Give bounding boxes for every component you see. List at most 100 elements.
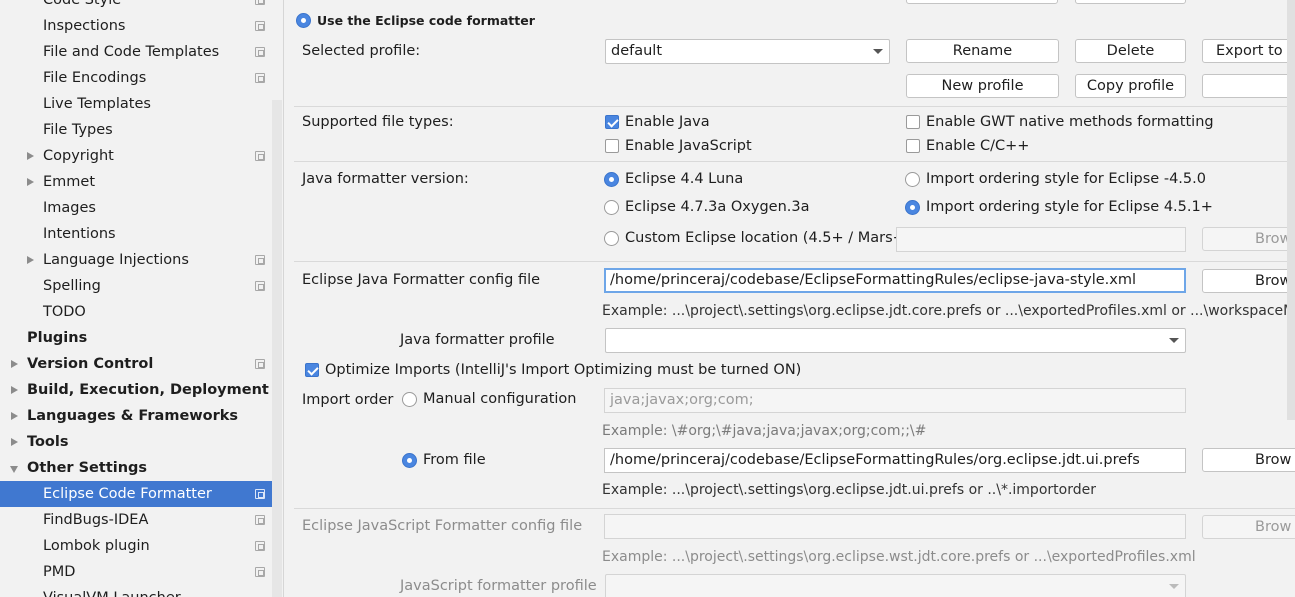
eclipse-oxygen-radio[interactable] xyxy=(604,200,619,215)
top-partial-button-2[interactable] xyxy=(1075,0,1186,4)
custom-eclipse-radio[interactable] xyxy=(604,231,619,246)
manual-order-input[interactable]: java;javax;org;com; xyxy=(604,388,1186,413)
sidebar-item-label: Other Settings xyxy=(27,460,148,476)
top-partial-button-1[interactable] xyxy=(906,0,1058,4)
chevron-right-icon[interactable] xyxy=(11,386,18,394)
sidebar-item[interactable]: File and Code Templates xyxy=(0,39,282,65)
sidebar-item-label: Languages & Frameworks xyxy=(27,408,239,424)
sidebar-item[interactable]: Lombok plugin xyxy=(0,533,282,559)
project-scope-icon xyxy=(255,567,265,577)
custom-eclipse-label: Custom Eclipse location (4.5+ / Mars+) xyxy=(625,230,911,246)
eclipse-luna-label: Eclipse 4.4 Luna xyxy=(625,171,744,187)
rename-button[interactable]: Rename xyxy=(906,39,1059,63)
sidebar-item[interactable]: Language Injections xyxy=(0,247,282,273)
java-config-input[interactable]: /home/princeraj/codebase/EclipseFormatti… xyxy=(604,268,1186,293)
sidebar-item[interactable]: Plugins xyxy=(0,325,282,351)
chevron-right-icon[interactable] xyxy=(11,438,18,446)
sidebar-item-label: FindBugs-IDEA xyxy=(43,512,149,528)
browse-js-config-button[interactable]: Brow xyxy=(1202,515,1295,539)
sidebar-item[interactable]: FindBugs-IDEA xyxy=(0,507,282,533)
sidebar-item[interactable]: Other Settings xyxy=(0,455,282,481)
custom-eclipse-path-input[interactable] xyxy=(896,227,1186,252)
sidebar-item[interactable]: Spelling xyxy=(0,273,282,299)
sidebar-item[interactable]: Eclipse Code Formatter xyxy=(0,481,282,507)
sidebar-item[interactable]: Build, Execution, Deployment xyxy=(0,377,282,403)
sidebar-item[interactable]: Languages & Frameworks xyxy=(0,403,282,429)
js-config-input[interactable] xyxy=(604,514,1186,539)
new-profile-button[interactable]: New profile xyxy=(906,74,1059,98)
manual-configuration-radio[interactable] xyxy=(402,392,417,407)
export-button[interactable]: Export to Pr xyxy=(1202,39,1295,63)
java-config-example: Example: ...\project\.settings\org.eclip… xyxy=(602,303,1295,319)
browse-custom-eclipse-button[interactable]: Brow xyxy=(1202,227,1295,251)
import-order-label: Import order xyxy=(302,392,394,408)
sidebar-item[interactable]: File Encodings xyxy=(0,65,282,91)
js-formatter-profile-select[interactable] xyxy=(605,574,1186,597)
chevron-right-icon[interactable] xyxy=(11,360,18,368)
chevron-right-icon[interactable] xyxy=(27,256,34,264)
delete-button[interactable]: Delete xyxy=(1075,39,1186,63)
js-formatter-profile-label: JavaScript formatter profile xyxy=(400,578,597,594)
from-file-example: Example: ...\project\.settings\org.eclip… xyxy=(602,482,1096,498)
sidebar-item-label: VisualVM Launcher xyxy=(43,585,181,597)
sidebar-item[interactable]: VisualVM Launcher xyxy=(0,585,282,597)
sidebar-item[interactable]: Live Templates xyxy=(0,91,282,117)
sidebar-item[interactable]: PMD xyxy=(0,559,282,585)
sidebar-item[interactable]: Intentions xyxy=(0,221,282,247)
enable-cpp-checkbox[interactable] xyxy=(906,139,920,153)
sidebar-item-label: Copyright xyxy=(43,148,114,164)
sidebar-item[interactable]: Tools xyxy=(0,429,282,455)
selected-profile-select[interactable]: default xyxy=(605,39,890,64)
use-eclipse-label: Use the Eclipse code formatter xyxy=(317,13,535,28)
chevron-right-icon[interactable] xyxy=(27,152,34,160)
chevron-right-icon[interactable] xyxy=(11,412,18,420)
enable-javascript-label: Enable JavaScript xyxy=(625,138,752,154)
more-button[interactable] xyxy=(1202,74,1295,98)
selected-profile-label: Selected profile: xyxy=(302,43,421,59)
sidebar-item[interactable]: Inspections xyxy=(0,13,282,39)
enable-java-label: Enable Java xyxy=(625,114,710,130)
browse-from-file-button[interactable]: Brow xyxy=(1202,448,1295,472)
sidebar-item-label: Emmet xyxy=(43,174,96,190)
selected-profile-value: default xyxy=(611,43,663,59)
chevron-right-icon[interactable] xyxy=(27,178,34,186)
from-file-input[interactable]: /home/princeraj/codebase/EclipseFormatti… xyxy=(604,448,1186,473)
sidebar-scrollbar[interactable] xyxy=(272,100,282,597)
sidebar-item-label: File and Code Templates xyxy=(43,44,220,60)
settings-tree: Code Style Inspections File and Code Templ… xyxy=(0,0,282,597)
sidebar-item-label: Eclipse Code Formatter xyxy=(43,486,212,502)
sidebar-item[interactable]: Copyright xyxy=(0,143,282,169)
import-ordering-new-radio[interactable] xyxy=(905,200,920,215)
enable-gwt-checkbox[interactable] xyxy=(906,115,920,129)
import-ordering-old-radio[interactable] xyxy=(905,172,920,187)
use-eclipse-radio[interactable] xyxy=(296,13,311,28)
java-formatter-profile-select[interactable] xyxy=(605,328,1186,353)
project-scope-icon xyxy=(255,21,265,31)
divider xyxy=(294,106,1295,107)
chevron-down-icon[interactable] xyxy=(10,466,18,473)
sidebar-item[interactable]: Images xyxy=(0,195,282,221)
sidebar-item[interactable]: Code Style xyxy=(0,0,282,13)
divider xyxy=(294,261,1295,262)
sidebar-item[interactable]: TODO xyxy=(0,299,282,325)
enable-javascript-checkbox[interactable] xyxy=(605,139,619,153)
import-ordering-old-label: Import ordering style for Eclipse -4.5.0 xyxy=(926,171,1206,187)
eclipse-luna-radio[interactable] xyxy=(604,172,619,187)
copy-profile-button[interactable]: Copy profile xyxy=(1075,74,1186,98)
enable-java-checkbox[interactable] xyxy=(605,115,619,129)
js-config-example: Example: ...\project\.settings\org.eclip… xyxy=(602,549,1196,565)
sidebar-item[interactable]: Version Control xyxy=(0,351,282,377)
main-scrollbar[interactable] xyxy=(1287,0,1295,420)
java-formatter-profile-label: Java formatter profile xyxy=(400,332,555,348)
sidebar-item-label: Plugins xyxy=(27,330,88,346)
sidebar-item[interactable]: File Types xyxy=(0,117,282,143)
sidebar-item-label: Images xyxy=(43,200,96,216)
optimize-imports-checkbox[interactable] xyxy=(305,363,319,377)
sidebar-item[interactable]: Emmet xyxy=(0,169,282,195)
project-scope-icon xyxy=(255,541,265,551)
eclipse-oxygen-label: Eclipse 4.7.3a Oxygen.3a xyxy=(625,199,810,215)
divider xyxy=(294,508,1295,509)
from-file-radio[interactable] xyxy=(402,453,417,468)
browse-java-config-button[interactable]: Brow xyxy=(1202,269,1295,293)
manual-order-example: Example: \#org;\#java;java;javax;org;com… xyxy=(602,423,927,439)
